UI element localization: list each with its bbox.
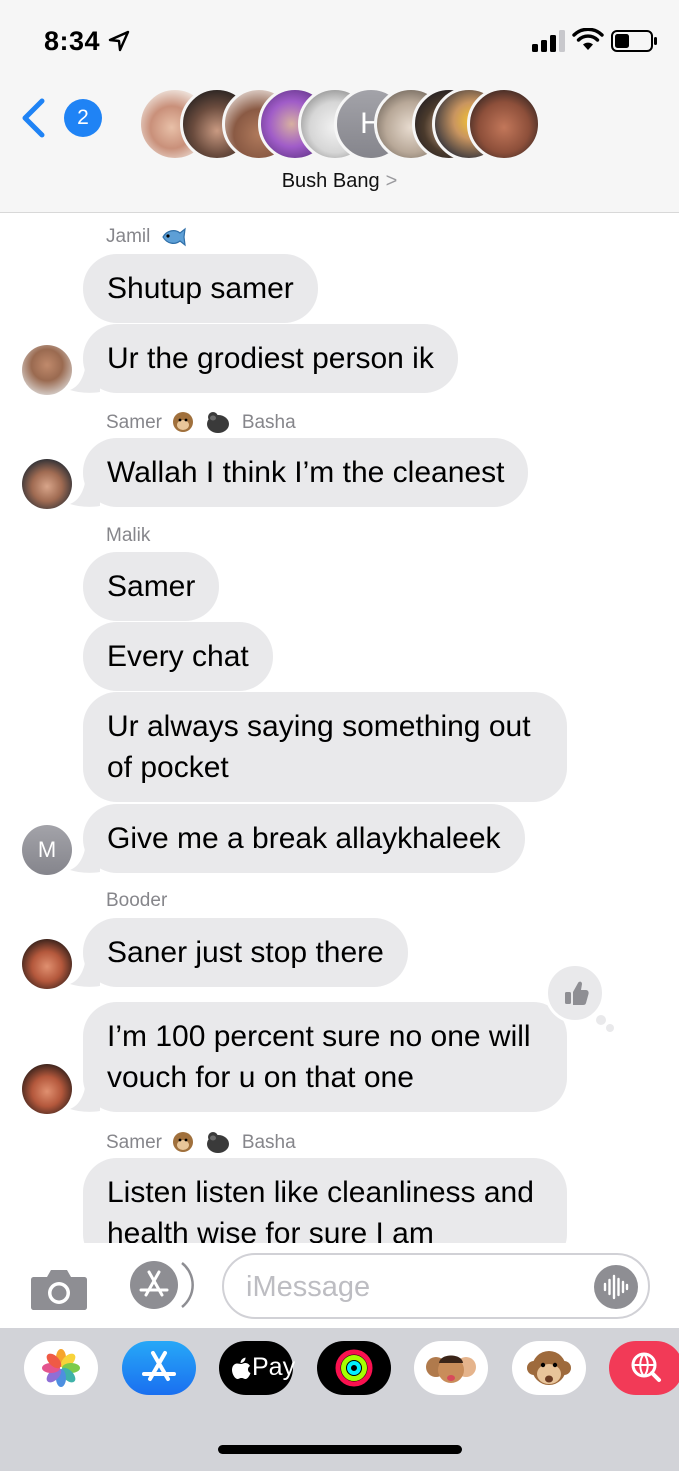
photos-flower-icon — [42, 1349, 80, 1387]
compose-bar — [0, 1243, 679, 1328]
tapback-tail — [606, 1024, 614, 1032]
waveform-icon — [603, 1274, 629, 1300]
wifi-icon — [572, 28, 604, 50]
gorilla-emoji-icon — [206, 1132, 229, 1153]
conversation-header: 8:34 2 H Bush Bang > — [0, 0, 679, 213]
monkey-emoji-icon — [173, 1132, 194, 1152]
monkey-face-icon — [527, 1351, 571, 1385]
group-avatar-stack[interactable]: H — [138, 87, 543, 161]
apple-pay-icon[interactable]: Pay — [219, 1341, 296, 1395]
unread-count-badge: 2 — [64, 99, 102, 137]
imessage-app-drawer: Pay — [0, 1328, 679, 1471]
web-search-icon[interactable] — [609, 1341, 679, 1395]
status-time: 8:34 — [44, 26, 101, 56]
thumbs-up-icon — [565, 981, 589, 1005]
location-arrow-icon — [108, 30, 130, 52]
sender-name: Booder — [106, 890, 168, 911]
jamil-avatar[interactable] — [22, 345, 72, 395]
message-bubble[interactable]: Wallah I think I’m the cleanest — [83, 438, 529, 507]
tapback-reaction[interactable] — [545, 963, 605, 1023]
message-bubble[interactable]: Saner just stop there — [83, 918, 408, 987]
bubble-tail — [70, 478, 100, 507]
message-input[interactable] — [246, 1267, 586, 1307]
samer-avatar[interactable] — [22, 459, 72, 509]
message-bubble[interactable]: Give me a break allaykhaleek — [83, 804, 525, 873]
message-bubble[interactable]: Every chat — [83, 622, 273, 691]
gorilla-emoji-icon — [206, 412, 229, 433]
photos-icon[interactable] — [24, 1341, 98, 1395]
home-indicator[interactable] — [218, 1445, 462, 1454]
animoji-icon[interactable] — [512, 1341, 586, 1395]
message-bubble[interactable]: I’m 100 percent sure no one will vouch f… — [83, 1002, 567, 1112]
fish-emoji-icon — [161, 227, 186, 247]
member-avatar — [467, 87, 541, 161]
app-store-glyph — [142, 1351, 176, 1381]
message-bubble[interactable]: Ur always saying something out of pocket — [83, 692, 567, 802]
sender-name: Samer Basha — [106, 412, 296, 433]
message-bubble[interactable]: Shutup samer — [83, 254, 318, 323]
camera-icon[interactable] — [30, 1265, 88, 1311]
activity-icon[interactable] — [317, 1341, 391, 1395]
apple-pay-label: Pay — [252, 1353, 296, 1381]
apple-logo-icon — [232, 1357, 251, 1379]
bubble-tail — [70, 1083, 100, 1112]
booder-avatar[interactable] — [22, 1064, 72, 1114]
back-button[interactable]: 2 — [20, 96, 102, 140]
sender-name: Malik — [106, 525, 151, 546]
sender-name: Jamil — [106, 226, 186, 248]
bubble-tail — [70, 844, 100, 873]
chevron-right-icon: > — [385, 170, 398, 192]
chevron-left-icon — [22, 98, 45, 138]
monkey-emoji-icon — [173, 412, 194, 432]
sender-name: Samer Basha — [106, 1132, 296, 1153]
memoji-faces-icon — [426, 1355, 476, 1383]
message-bubble[interactable]: Ur the grodiest person ik — [83, 324, 458, 393]
audio-message-button[interactable] — [594, 1265, 638, 1309]
cellular-signal-icon — [532, 30, 565, 52]
group-name: Bush Bang — [281, 170, 380, 192]
bubble-tail — [70, 364, 100, 393]
app-store-button-icon[interactable] — [124, 1260, 194, 1310]
group-name-button[interactable]: Bush Bang > — [0, 170, 679, 193]
bubble-tail — [70, 958, 100, 987]
globe-search-icon — [631, 1352, 661, 1382]
app-store-icon[interactable] — [122, 1341, 196, 1395]
battery-icon — [611, 30, 657, 52]
message-bubble[interactable]: Samer — [83, 552, 220, 621]
malik-avatar[interactable]: M — [22, 825, 72, 875]
booder-avatar[interactable] — [22, 939, 72, 989]
message-field[interactable] — [222, 1253, 650, 1319]
activity-rings-icon — [335, 1349, 373, 1387]
memoji-icon[interactable] — [414, 1341, 488, 1395]
